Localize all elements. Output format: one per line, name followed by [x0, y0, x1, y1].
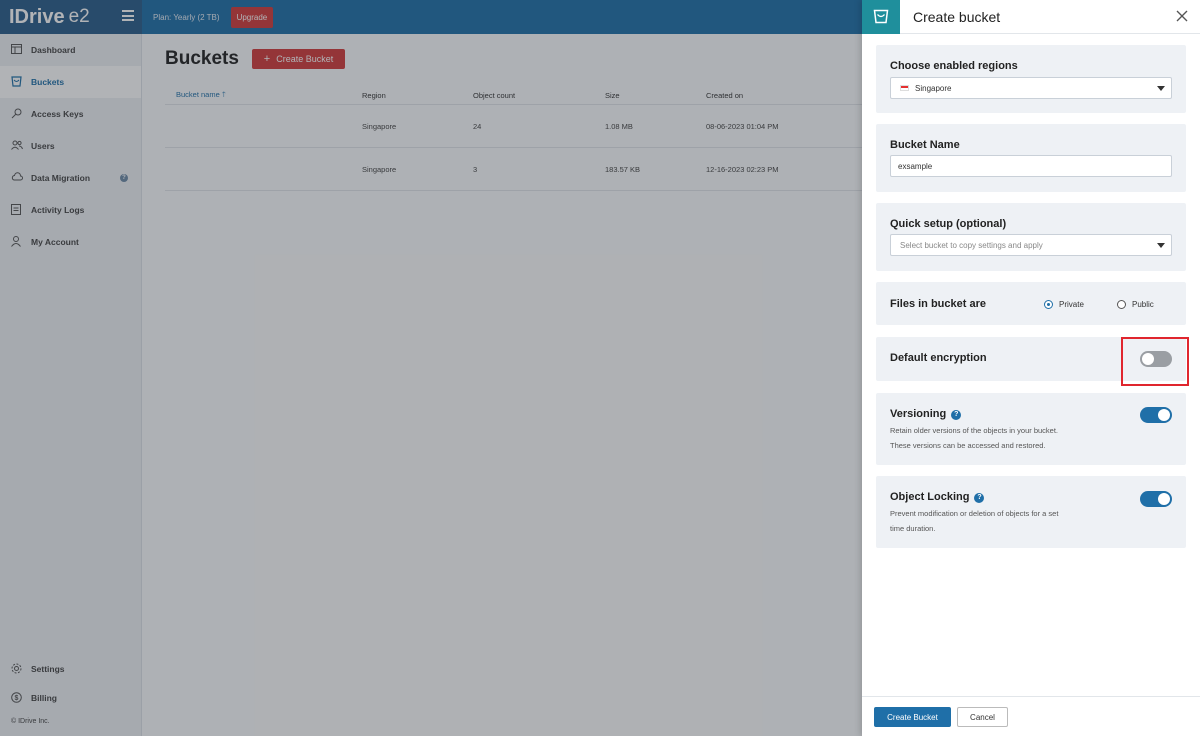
locking-description: Prevent modification or deletion of obje… — [890, 506, 1090, 536]
region-select[interactable]: Singapore — [890, 77, 1172, 99]
regions-section: Choose enabled regions Singapore — [876, 45, 1186, 113]
versioning-description: Retain older versions of the objects in … — [890, 423, 1090, 453]
panel-header: Create bucket — [862, 0, 1200, 34]
help-icon[interactable]: ? — [951, 410, 962, 420]
locking-label-wrap: Object Locking? — [890, 491, 985, 503]
encryption-label: Default encryption — [890, 352, 987, 364]
bucket-name-label: Bucket Name — [890, 139, 960, 151]
bucket-name-input[interactable]: exsample — [890, 155, 1172, 177]
locking-desc-line: Prevent modification or deletion of obje… — [890, 509, 1059, 518]
chevron-down-icon — [1157, 86, 1165, 91]
chevron-down-icon — [1157, 243, 1165, 248]
access-section: Files in bucket are Private Public — [876, 282, 1186, 325]
versioning-section: Versioning? Retain older versions of the… — [876, 393, 1186, 465]
object-locking-section: Object Locking? Prevent modification or … — [876, 476, 1186, 548]
panel-footer: Create Bucket Cancel — [862, 696, 1200, 736]
close-icon[interactable] — [1175, 9, 1189, 23]
quick-setup-placeholder: Select bucket to copy settings and apply — [900, 240, 1043, 250]
bucket-name-section: Bucket Name exsample — [876, 124, 1186, 192]
help-icon[interactable]: ? — [974, 493, 985, 503]
quick-setup-section: Quick setup (optional) Select bucket to … — [876, 203, 1186, 271]
radio-public-dot[interactable] — [1117, 300, 1126, 309]
region-value: Singapore — [915, 83, 952, 93]
quick-setup-label: Quick setup (optional) — [890, 218, 1007, 230]
regions-label: Choose enabled regions — [890, 60, 1018, 72]
toggle-knob — [1158, 493, 1170, 505]
versioning-toggle[interactable] — [1140, 407, 1172, 423]
singapore-flag-icon — [900, 85, 909, 91]
quick-setup-select[interactable]: Select bucket to copy settings and apply — [890, 234, 1172, 256]
panel-title: Create bucket — [913, 8, 1001, 25]
radio-private[interactable]: Private — [1044, 300, 1084, 309]
versioning-desc-line: These versions can be accessed and resto… — [890, 441, 1046, 450]
versioning-label-wrap: Versioning? — [890, 408, 962, 420]
locking-desc-line: time duration. — [890, 524, 936, 533]
toggle-knob — [1158, 409, 1170, 421]
radio-private-dot[interactable] — [1044, 300, 1053, 309]
modal-overlay[interactable] — [0, 0, 862, 736]
locking-label: Object Locking — [890, 491, 970, 503]
files-access-label: Files in bucket are — [890, 298, 986, 310]
create-bucket-submit-button[interactable]: Create Bucket — [874, 707, 951, 727]
highlight-box — [1121, 337, 1189, 386]
radio-public[interactable]: Public — [1117, 300, 1154, 309]
versioning-label: Versioning — [890, 408, 947, 420]
bucket-icon — [862, 0, 900, 34]
object-locking-toggle[interactable] — [1140, 491, 1172, 507]
cancel-button[interactable]: Cancel — [957, 707, 1008, 727]
radio-public-label: Public — [1132, 300, 1154, 309]
radio-private-label: Private — [1059, 300, 1084, 309]
versioning-desc-line: Retain older versions of the objects in … — [890, 426, 1059, 435]
